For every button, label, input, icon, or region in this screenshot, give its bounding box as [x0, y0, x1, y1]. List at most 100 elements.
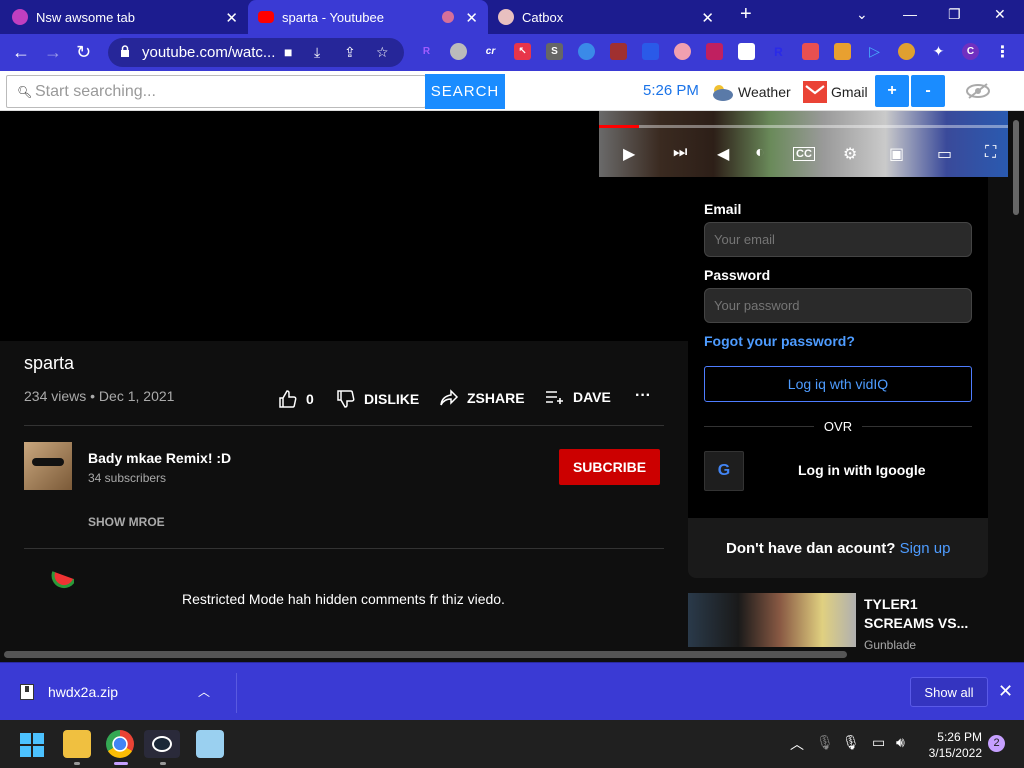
- preview-progress-bar: [599, 125, 1008, 128]
- vidiq-login-button[interactable]: Log iq wth vidIQ: [704, 366, 972, 402]
- extension-avatar-icon[interactable]: [898, 43, 915, 60]
- extension-r-icon[interactable]: R: [418, 43, 435, 60]
- recommended-title[interactable]: TYLER1 SCREAMS VS...: [864, 595, 974, 633]
- google-login-button[interactable]: Log in with Igoogle: [798, 462, 926, 478]
- restore-button[interactable]: ❐: [948, 6, 961, 23]
- hide-eye-icon[interactable]: [966, 83, 990, 99]
- weather-link[interactable]: Weather: [710, 80, 791, 104]
- extension-cr-icon[interactable]: cr: [482, 43, 499, 60]
- back-arrow-icon[interactable]: ←: [12, 42, 30, 62]
- microphone-icon[interactable]: 🎙︎: [842, 734, 860, 751]
- extension-calendar-icon[interactable]: [802, 43, 819, 60]
- miniplayer-icon[interactable]: ▣: [889, 144, 904, 164]
- fullscreen-icon[interactable]: ⛶: [985, 144, 996, 162]
- vertical-scrollbar[interactable]: [1013, 120, 1019, 215]
- install-icon[interactable]: ⤓: [314, 44, 320, 61]
- save-button[interactable]: DAVE: [545, 389, 611, 405]
- chrome-icon[interactable]: [106, 730, 134, 758]
- extension-flag-icon[interactable]: [674, 43, 691, 60]
- google-icon[interactable]: G: [704, 451, 744, 491]
- extension-globe-icon[interactable]: [578, 43, 595, 60]
- photos-icon[interactable]: [196, 730, 224, 758]
- network-icon[interactable]: ▭: [872, 734, 885, 751]
- thumbs-down-icon: [337, 390, 355, 408]
- extension-cursor-icon[interactable]: ↖: [514, 43, 531, 60]
- forgot-password-link[interactable]: Fogot your password?: [704, 333, 855, 349]
- video-player[interactable]: [0, 111, 688, 341]
- search-input[interactable]: [35, 80, 415, 104]
- theater-icon[interactable]: ▭: [937, 144, 952, 164]
- like-button[interactable]: 0: [278, 389, 314, 409]
- search-button[interactable]: SEARCH: [425, 74, 505, 109]
- profile-avatar-icon[interactable]: C: [962, 43, 979, 60]
- file-explorer-icon[interactable]: [63, 730, 91, 758]
- catbox-icon: [498, 9, 514, 25]
- notification-badge[interactable]: 2: [988, 735, 1005, 752]
- close-tab-icon[interactable]: ✕: [465, 9, 478, 27]
- extension-puzzle-white-icon[interactable]: [738, 43, 755, 60]
- next-icon[interactable]: ⏭: [673, 144, 687, 162]
- divider: [862, 426, 972, 427]
- channel-avatar[interactable]: [24, 442, 72, 490]
- zoom-in-button[interactable]: +: [875, 75, 909, 107]
- extension-cat-icon[interactable]: [834, 43, 851, 60]
- close-tab-icon[interactable]: ✕: [225, 9, 238, 27]
- tab-search-chevron-icon[interactable]: ⌄: [856, 6, 868, 23]
- show-more-button[interactable]: SHOW MROE: [88, 515, 165, 529]
- show-all-button[interactable]: Show all: [910, 677, 988, 707]
- tab-nsw-awsome[interactable]: Nsw awsome tab ✕: [12, 0, 248, 34]
- forward-arrow-icon[interactable]: →: [44, 42, 62, 62]
- gear-icon[interactable]: ⚙: [843, 144, 857, 164]
- start-search-bar: 🔍︎ SEARCH 5:26 PM Weather Gmail + -: [0, 71, 1024, 111]
- gmail-link[interactable]: Gmail: [803, 80, 868, 104]
- clock-text: 5:26 PM: [643, 82, 699, 99]
- running-indicator: [74, 762, 80, 765]
- share-button[interactable]: ZSHARE: [439, 389, 525, 407]
- address-bar[interactable]: youtube.com/watc... ■ ⤓ ⇪ ☆: [108, 38, 404, 67]
- close-tab-icon[interactable]: ✕: [701, 9, 714, 27]
- horizontal-scrollbar[interactable]: [4, 651, 847, 658]
- subscriber-count: 34 subscribers: [88, 471, 167, 485]
- extension-grid-icon[interactable]: [642, 43, 659, 60]
- email-field[interactable]: [704, 222, 972, 257]
- close-window-button[interactable]: ✕: [994, 6, 1006, 23]
- chevron-up-icon[interactable]: ︿: [790, 734, 804, 754]
- extension-pink-icon[interactable]: [706, 43, 723, 60]
- bookmark-star-icon[interactable]: ☆: [376, 44, 389, 61]
- extension-cloud-icon[interactable]: [450, 43, 467, 60]
- menu-kebab-icon[interactable]: ⋮: [994, 43, 1011, 61]
- captions-icon[interactable]: CC: [793, 147, 815, 161]
- minimize-button[interactable]: —: [903, 6, 917, 22]
- video-preview-strip[interactable]: ▶ ⏭ ◀ ◐ CC ⚙ ▣ ▭ ⛶: [599, 111, 1008, 177]
- tab-catbox[interactable]: Catbox ✕: [488, 0, 724, 34]
- zoom-out-button[interactable]: -: [911, 75, 945, 107]
- signup-link[interactable]: Sign up: [900, 540, 951, 557]
- close-downloads-icon[interactable]: ✕: [998, 681, 1013, 702]
- reload-icon[interactable]: ↻: [76, 42, 91, 62]
- extension-s-icon[interactable]: S: [546, 43, 563, 60]
- extension-red-box-icon[interactable]: [610, 43, 627, 60]
- channel-name[interactable]: Bady mkae Remix! :D: [88, 450, 231, 466]
- new-tab-button[interactable]: +: [740, 3, 752, 26]
- download-item[interactable]: hwdx2a.zip ︿: [20, 683, 210, 700]
- volume-icon[interactable]: ◀: [717, 144, 729, 164]
- tray-clock[interactable]: 5:26 PM 3/15/2022: [926, 729, 982, 761]
- volume-icon[interactable]: 🔊︎: [896, 734, 905, 751]
- password-field[interactable]: [704, 288, 972, 323]
- play-icon[interactable]: ▶: [623, 144, 635, 164]
- more-actions-icon[interactable]: ···: [635, 387, 651, 405]
- extension-r-blue-icon[interactable]: R: [770, 43, 787, 60]
- camera-icon[interactable]: ■: [284, 44, 292, 60]
- chevron-up-icon[interactable]: ︿: [198, 683, 210, 700]
- extensions-puzzle-icon[interactable]: ✦: [930, 43, 947, 60]
- share-icon[interactable]: ⇪: [344, 44, 356, 61]
- gmail-envelope-icon: [803, 81, 827, 103]
- settings-dial-icon[interactable]: ◐: [755, 144, 765, 162]
- windows-start-icon[interactable]: [20, 733, 44, 757]
- dislike-button[interactable]: DISLIKE: [336, 389, 419, 409]
- recommended-thumbnail[interactable]: [688, 593, 856, 647]
- tab-sparta-youtubee[interactable]: sparta - Youtubee ✕: [248, 0, 488, 34]
- steam-icon[interactable]: [144, 730, 180, 758]
- subscribe-button[interactable]: SUBCRIBE: [559, 449, 660, 485]
- extension-play-icon[interactable]: ▷: [866, 43, 883, 60]
